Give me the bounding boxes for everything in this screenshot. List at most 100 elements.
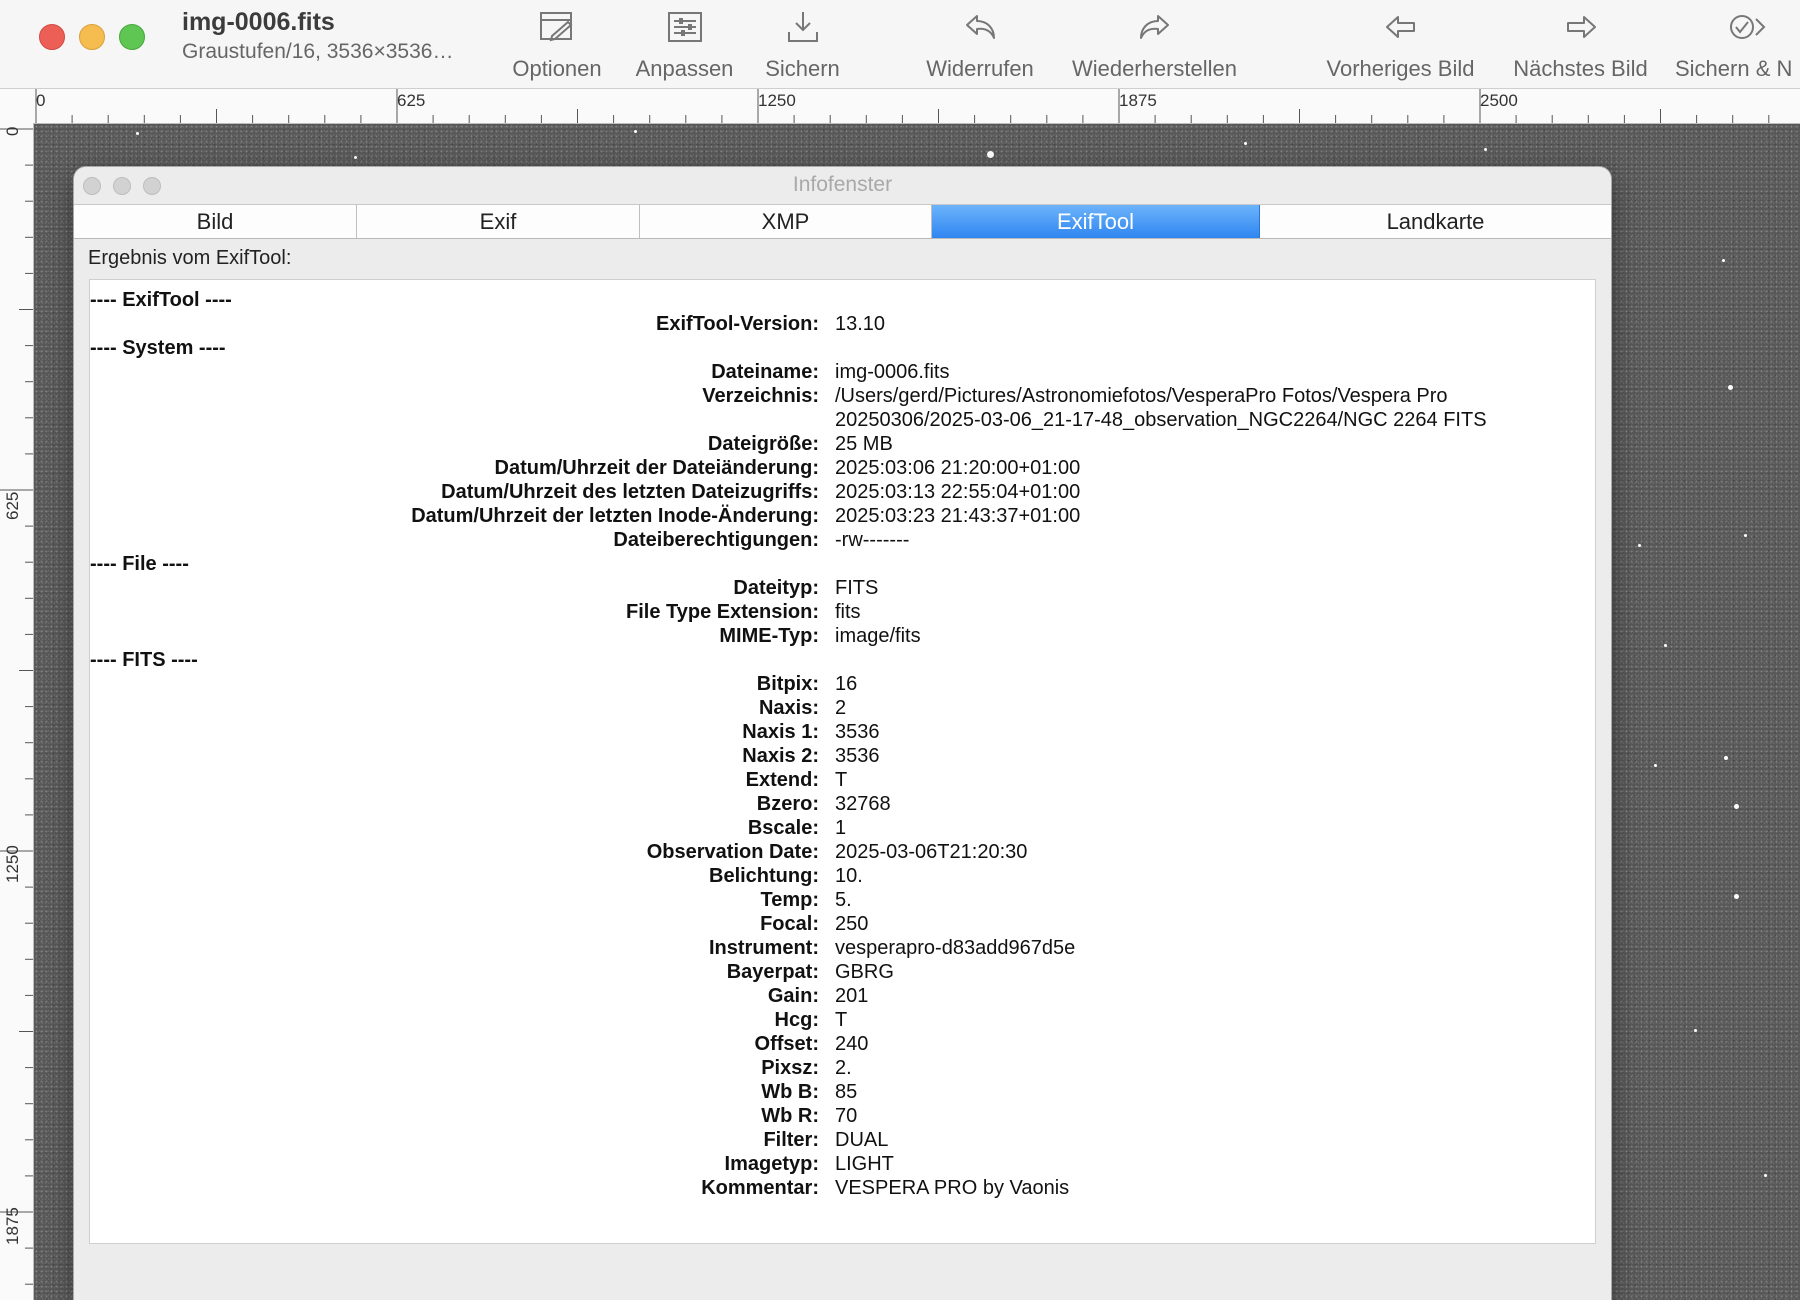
minimize-window-button[interactable] xyxy=(79,24,105,50)
metadata-row: Naxis 2: 3536 xyxy=(90,744,1597,768)
metadata-value: T xyxy=(835,769,848,791)
metadata-row: Observation Date: 2025-03-06T21:20:30 xyxy=(90,840,1597,864)
metadata-value: 25 MB xyxy=(835,433,893,455)
metadata-value: 240 xyxy=(835,1033,869,1055)
metadata-value: 16 xyxy=(835,673,858,695)
metadata-key: Belichtung: xyxy=(709,865,819,887)
tab-exif[interactable]: Exif xyxy=(357,205,640,238)
previous-image-button[interactable]: Vorheriges Bild xyxy=(1318,6,1483,84)
metadata-row: Filter: DUAL xyxy=(90,1128,1597,1152)
metadata-value: 2 xyxy=(835,697,847,719)
close-window-button[interactable] xyxy=(39,24,65,50)
adjust-button[interactable]: Anpassen xyxy=(627,6,742,84)
star xyxy=(1638,544,1641,547)
metadata-table: ---- ExifTool ---- ExifTool-Version: 13.10… xyxy=(90,288,1597,1200)
metadata-row: Dateityp: FITS xyxy=(90,576,1597,600)
save-and-next-label: Sichern & N xyxy=(1675,56,1793,81)
metadata-value: 20250306/2025-03-06_21-17-48_observation… xyxy=(835,409,1487,431)
info-window-title: Infofenster xyxy=(792,173,893,196)
metadata-key: Observation Date: xyxy=(646,841,819,863)
metadata-value: FITS xyxy=(835,577,879,599)
save-and-next-button[interactable]: Sichern & N xyxy=(1675,6,1800,84)
metadata-row: Wb B: 85 xyxy=(90,1080,1597,1104)
metadata-row: Datum/Uhrzeit des letzten Dateizugriffs:… xyxy=(90,480,1597,504)
ruler-h-label: 1875 xyxy=(1119,91,1157,110)
metadata-row: Temp: 5. xyxy=(90,888,1597,912)
tab-xmp[interactable]: XMP xyxy=(640,205,932,238)
metadata-row: Datum/Uhrzeit der letzten Inode-Änderung… xyxy=(90,504,1597,528)
tab-bild[interactable]: Bild xyxy=(74,205,357,238)
redo-label: Wiederherstellen xyxy=(1071,56,1238,81)
star xyxy=(1724,756,1728,760)
metadata-value: 201 xyxy=(835,985,869,1007)
zoom-window-button[interactable] xyxy=(119,24,145,50)
undo-label: Widerrufen xyxy=(926,56,1034,81)
tab-exiftool[interactable]: ExifTool xyxy=(932,205,1260,238)
metadata-key: Instrument: xyxy=(709,937,819,959)
metadata-value: /Users/gerd/Pictures/Astronomiefotos/Ves… xyxy=(835,385,1448,407)
metadata-value: VESPERA PRO by Vaonis xyxy=(835,1177,1070,1199)
redo-button[interactable]: Wiederherstellen xyxy=(1062,6,1247,84)
ruler-v-label: 1875 xyxy=(3,1207,22,1245)
ruler-h-label: 2500 xyxy=(1480,91,1518,110)
metadata-row: Datum/Uhrzeit der Dateiänderung: 2025:03:… xyxy=(90,456,1597,480)
metadata-row: Imagetyp: LIGHT xyxy=(90,1152,1597,1176)
metadata-value: 250 xyxy=(835,913,869,935)
metadata-key: Offset: xyxy=(754,1033,819,1055)
arrow-right-icon xyxy=(1498,6,1663,48)
metadata-value: 32768 xyxy=(835,793,891,815)
ruler-h-label: 1250 xyxy=(758,91,796,110)
metadata-value: 2025:03:23 21:43:37+01:00 xyxy=(835,505,1081,527)
metadata-key: Dateityp: xyxy=(733,577,819,599)
save-button[interactable]: Sichern xyxy=(750,6,855,84)
star xyxy=(1734,804,1739,809)
metadata-row: 20250306/2025-03-06_21-17-48_observation… xyxy=(90,408,1597,432)
metadata-row: Belichtung: 10. xyxy=(90,864,1597,888)
undo-button[interactable]: Widerrufen xyxy=(915,6,1045,84)
metadata-key: Bscale: xyxy=(747,817,819,839)
metadata-key: Kommentar: xyxy=(701,1177,819,1199)
section-header: ---- File ---- xyxy=(90,553,189,575)
star xyxy=(1728,385,1733,390)
star xyxy=(1244,142,1247,145)
metadata-value: T xyxy=(835,1009,848,1031)
metadata-row: ExifTool-Version: 13.10 xyxy=(90,312,1597,336)
star xyxy=(1734,894,1739,899)
options-label: Optionen xyxy=(512,56,602,81)
document-subtitle: Graustufen/16, 3536×3536… xyxy=(182,40,454,63)
metadata-row: Naxis: 2 xyxy=(90,696,1597,720)
next-image-button[interactable]: Nächstes Bild xyxy=(1498,6,1663,84)
metadata-value: 85 xyxy=(835,1081,858,1103)
metadata-key: Hcg: xyxy=(774,1009,819,1031)
tab-landkarte[interactable]: Landkarte xyxy=(1260,205,1611,238)
document-title: img-0006.fits xyxy=(182,8,335,36)
metadata-row: Gain: 201 xyxy=(90,984,1597,1008)
metadata-key: Pixsz: xyxy=(761,1057,819,1079)
options-button[interactable]: Optionen xyxy=(502,6,612,84)
metadata-key: Gain: xyxy=(767,985,819,1007)
metadata-key: MIME-Typ: xyxy=(719,625,819,647)
metadata-key: Imagetyp: xyxy=(724,1153,819,1175)
previous-image-label: Vorheriges Bild xyxy=(1326,56,1475,81)
title-toolbar: img-0006.fits Graustufen/16, 3536×3536… … xyxy=(0,0,1800,89)
metadata-row: Bayerpat: GBRG xyxy=(90,960,1597,984)
metadata-key: Wb B: xyxy=(761,1081,819,1103)
star xyxy=(634,130,637,133)
redo-icon xyxy=(1062,6,1247,48)
metadata-value: img-0006.fits xyxy=(835,361,950,383)
exiftool-result-box[interactable]: ---- ExifTool ---- ExifTool-Version: 13.10… xyxy=(89,279,1596,1244)
metadata-key: Temp: xyxy=(760,889,819,911)
ruler-v-label: 625 xyxy=(3,491,22,520)
metadata-key: Extend: xyxy=(745,769,819,791)
star xyxy=(354,156,357,159)
metadata-row: Dateiname: img-0006.fits xyxy=(90,360,1597,384)
metadata-key: Filter: xyxy=(763,1129,819,1151)
metadata-key: Datum/Uhrzeit des letzten Dateizugriffs: xyxy=(441,481,819,503)
metadata-row: File Type Extension: fits xyxy=(90,600,1597,624)
adjust-label: Anpassen xyxy=(635,56,734,81)
star xyxy=(1654,764,1657,767)
horizontal-ruler: 0 625 1250 1875 2500 xyxy=(0,89,1800,124)
ruler-v-label: 1250 xyxy=(3,845,22,883)
star xyxy=(987,151,994,158)
info-window-titlebar[interactable]: Infofenster xyxy=(74,167,1611,203)
